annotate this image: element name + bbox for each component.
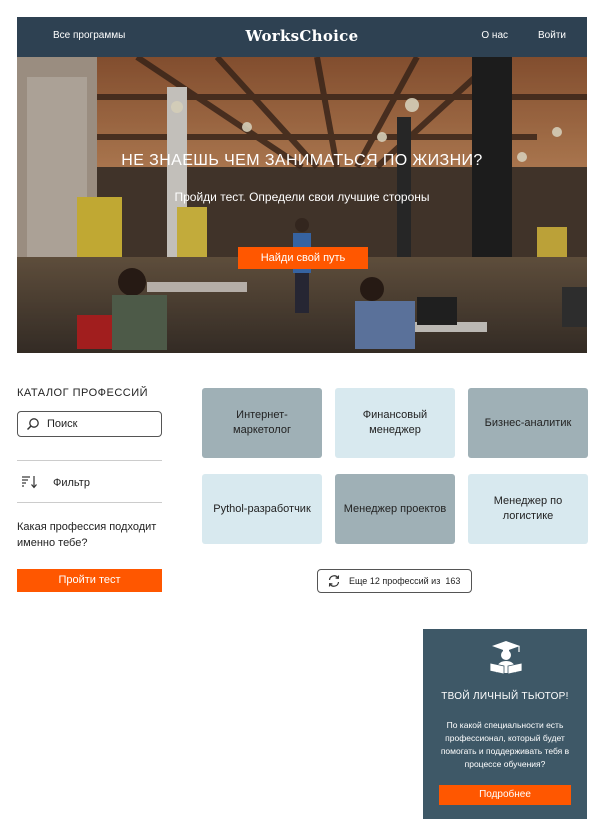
profession-card[interactable]: Менеджер по логистике	[468, 474, 588, 544]
refresh-icon	[328, 575, 340, 587]
profession-card[interactable]: Менеджер проектов	[335, 474, 455, 544]
profession-label: Финансовый менеджер	[362, 409, 428, 436]
load-more-text: Еще 12 профессий из	[349, 576, 441, 586]
hero-overlay	[17, 57, 587, 353]
hero-banner: НЕ ЗНАЕШЬ ЧЕМ ЗАНИМАТЬСЯ ПО ЖИЗНИ? Пройд…	[17, 57, 587, 353]
take-test-button[interactable]: Пройти тест	[17, 569, 162, 592]
hero-title: НЕ ЗНАЕШЬ ЧЕМ ЗАНИМАТЬСЯ ПО ЖИЗНИ?	[121, 152, 483, 169]
tutor-card: ТВОЙ ЛИЧНЫЙ ТЬЮТОР! По какой специальнос…	[423, 629, 587, 819]
profession-label: Менеджер по логистике	[493, 495, 563, 522]
divider	[17, 460, 162, 461]
filter-button[interactable]: Фильтр	[17, 474, 162, 492]
find-path-button[interactable]: Найди свой путь	[238, 247, 368, 269]
tutor-icon	[489, 641, 523, 675]
top-nav: Все программы WorksChoice О нас Войти	[17, 17, 587, 57]
hero-subtitle: Пройди тест. Определи свои лучшие сторон…	[174, 190, 430, 204]
filter-sort-icon	[22, 476, 37, 489]
search-icon	[26, 418, 39, 431]
profession-question: Какая профессия подходит именно тебе?	[17, 521, 157, 549]
search-placeholder: Поиск	[47, 418, 78, 430]
profession-card[interactable]: Финансовый менеджер	[335, 388, 455, 458]
nav-login[interactable]: Войти	[538, 30, 566, 41]
load-more-total: 163	[445, 576, 461, 586]
profession-card[interactable]: Pythol-разработчик	[202, 474, 322, 544]
divider	[17, 502, 162, 503]
tutor-more-button[interactable]: Подробнее	[439, 785, 571, 805]
tutor-title: ТВОЙ ЛИЧНЫЙ ТЬЮТОР!	[441, 691, 569, 702]
profession-label: Интернет-маркетолог	[233, 409, 291, 436]
profession-card[interactable]: Интернет-маркетолог	[202, 388, 322, 458]
tutor-description: По какой специальности есть профессионал…	[440, 720, 570, 769]
load-more-button[interactable]: Еще 12 профессий из 163	[317, 569, 472, 593]
profession-label: Бизнес-аналитик	[484, 416, 572, 429]
filter-label: Фильтр	[53, 477, 90, 489]
nav-about[interactable]: О нас	[481, 30, 508, 41]
catalog-title: КАТАЛОГ ПРОФЕССИЙ	[17, 387, 149, 399]
load-more-label: Еще 12 профессий из 163	[349, 576, 460, 586]
profession-label: Pythol-разработчик	[213, 502, 311, 515]
search-input[interactable]: Поиск	[17, 411, 162, 437]
profession-card[interactable]: Бизнес-аналитик	[468, 388, 588, 458]
profession-label: Менеджер проектов	[343, 502, 447, 515]
